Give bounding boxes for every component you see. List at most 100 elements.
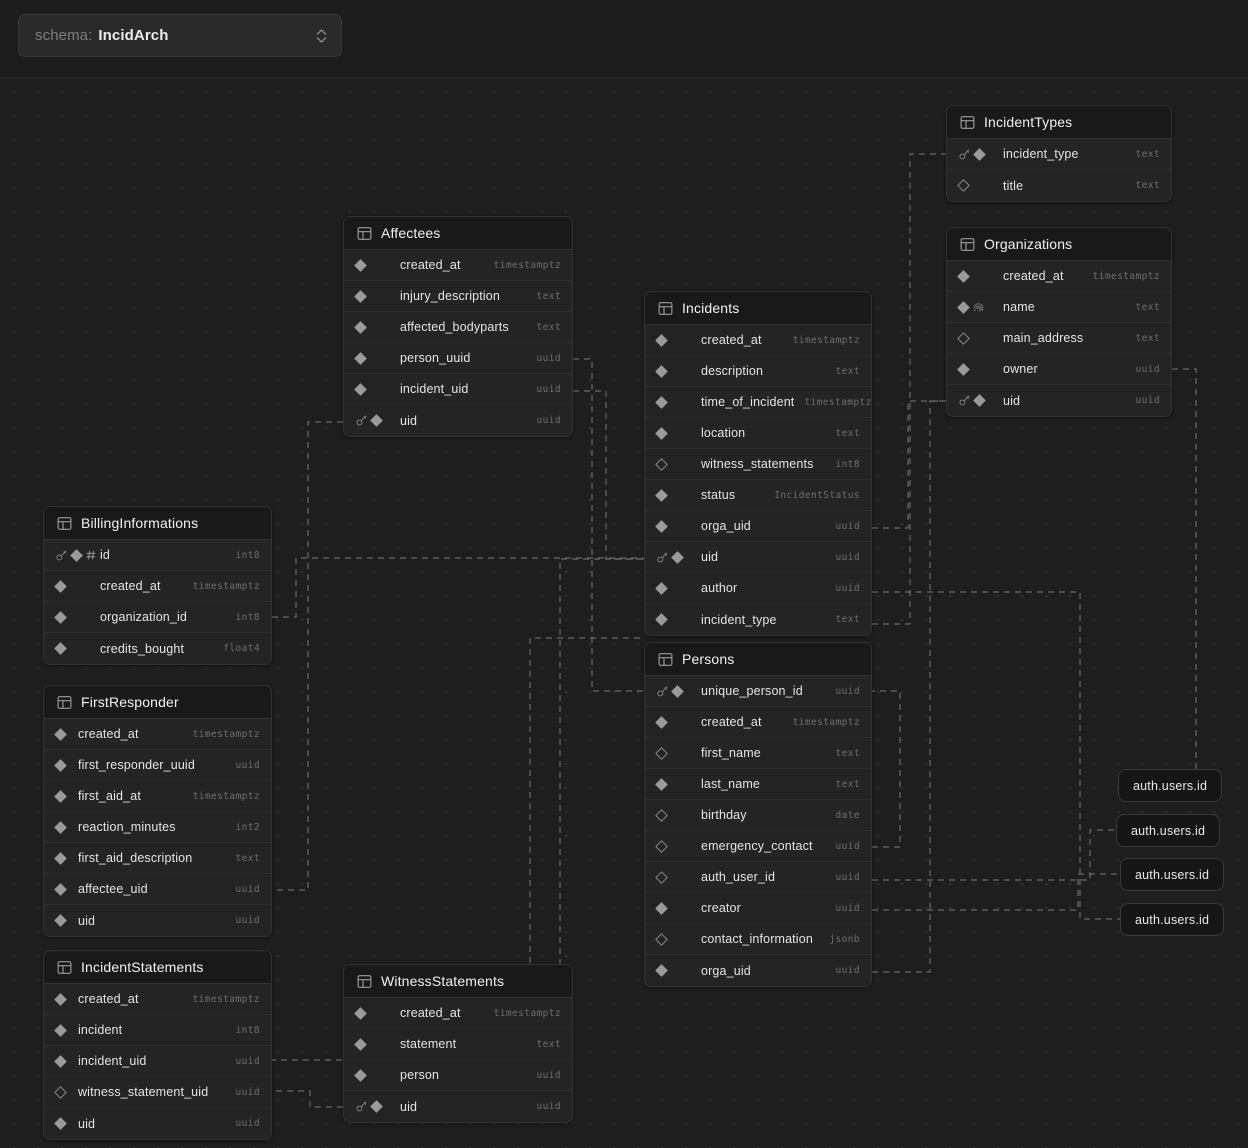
table-column-row[interactable]: contact_information jsonb	[645, 924, 871, 955]
table-node-header[interactable]: FirstResponder	[44, 686, 271, 719]
table-node[interactable]: Persons unique_person_id uuid created_at tim…	[644, 642, 872, 987]
table-node[interactable]: FirstResponder created_at timestamptz first…	[43, 685, 272, 937]
table-column-row[interactable]: witness_statements int8	[645, 449, 871, 480]
table-column-row[interactable]: created_at timestamptz	[44, 719, 271, 750]
table-node[interactable]: BillingInformations id int8 created_at times…	[43, 506, 272, 665]
column-name: uid	[400, 413, 418, 428]
external-ref-node[interactable]: auth.users.id	[1120, 858, 1225, 891]
column-name: incident	[78, 1023, 123, 1037]
table-column-row[interactable]: author uuid	[645, 573, 871, 604]
table-node[interactable]: Incidents created_at timestamptz descriptio…	[644, 291, 872, 636]
table-column-row[interactable]: affected_bodyparts text	[344, 312, 572, 343]
table-column-row[interactable]: first_name text	[645, 738, 871, 769]
table-node-header[interactable]: IncidentTypes	[947, 106, 1171, 139]
schema-selector-label: schema:	[35, 27, 93, 44]
table-column-row[interactable]: first_responder_uuid uuid	[44, 750, 271, 781]
external-ref-node[interactable]: auth.users.id	[1118, 769, 1223, 802]
table-column-row[interactable]: person uuid	[344, 1060, 572, 1091]
table-node-header[interactable]: Incidents	[645, 292, 871, 325]
table-column-row[interactable]: orga_uid uuid	[645, 511, 871, 542]
column-type: timestamptz	[493, 259, 561, 271]
table-column-row[interactable]: main_address text	[947, 323, 1171, 354]
table-column-row[interactable]: birthday date	[645, 800, 871, 831]
table-column-row[interactable]: owner uuid	[947, 354, 1171, 385]
table-column-row[interactable]: incident int8	[44, 1015, 271, 1046]
table-column-row[interactable]: auth_user_id uuid	[645, 862, 871, 893]
table-column-row[interactable]: witness_statement_uid uuid	[44, 1077, 271, 1108]
table-column-row[interactable]: incident_uid uuid	[344, 374, 572, 405]
column-icons	[54, 1085, 78, 1099]
table-column-row[interactable]: reaction_minutes int2	[44, 812, 271, 843]
table-column-row[interactable]: orga_uid uuid	[645, 955, 871, 986]
table-node-header[interactable]: BillingInformations	[44, 507, 271, 540]
table-column-row[interactable]: first_aid_at timestamptz	[44, 781, 271, 812]
table-column-row[interactable]: time_of_incident timestamptz	[645, 387, 871, 418]
table-column-row[interactable]: credits_bought float4	[44, 633, 271, 664]
external-ref-node[interactable]: auth.users.id	[1116, 814, 1221, 847]
column-name: first_responder_uuid	[78, 758, 195, 772]
column-icons	[655, 364, 701, 378]
column-icons	[354, 258, 400, 272]
table-column-row[interactable]: uid uuid	[44, 905, 271, 936]
table-column-row[interactable]: title text	[947, 170, 1171, 201]
column-name: owner	[1003, 362, 1038, 376]
table-column-row[interactable]: unique_person_id uuid	[645, 676, 871, 707]
filled-diamond-icon	[655, 964, 668, 977]
column-name: unique_person_id	[701, 684, 803, 698]
column-name: description	[701, 364, 764, 378]
column-type: text	[835, 614, 860, 625]
diagram-canvas[interactable]: IncidentTypes incident_type text title text O…	[0, 78, 1248, 1148]
table-column-row[interactable]: created_at timestamptz	[44, 984, 271, 1015]
table-column-row[interactable]: created_at timestamptz	[344, 250, 572, 281]
table-column-row[interactable]: created_at timestamptz	[344, 998, 572, 1029]
table-column-row[interactable]: uid uuid	[344, 405, 572, 436]
column-name: first_aid_description	[78, 851, 193, 865]
table-node[interactable]: Organizations created_at timestamptz name te…	[946, 227, 1172, 417]
schema-selector[interactable]: schema: IncidArch	[18, 14, 342, 57]
filled-diamond-icon	[957, 300, 970, 314]
column-icons	[354, 289, 400, 303]
key-icon	[356, 1101, 367, 1112]
table-column-row[interactable]: created_at timestamptz	[947, 261, 1171, 292]
table-column-row[interactable]: first_aid_description text	[44, 843, 271, 874]
table-column-row[interactable]: id int8	[44, 540, 271, 571]
column-name: title	[1003, 178, 1024, 193]
column-name: main_address	[1003, 331, 1084, 345]
table-column-row[interactable]: affectee_uid uuid	[44, 874, 271, 905]
table-column-row[interactable]: creator uuid	[645, 893, 871, 924]
table-column-row[interactable]: created_at timestamptz	[645, 325, 871, 356]
table-icon	[357, 974, 372, 988]
hollow-diamond-icon	[957, 331, 970, 345]
table-column-row[interactable]: incident_type text	[645, 604, 871, 635]
table-column-row[interactable]: injury_description text	[344, 281, 572, 312]
table-column-row[interactable]: uid uuid	[44, 1108, 271, 1139]
table-column-row[interactable]: uid uuid	[947, 385, 1171, 416]
table-column-row[interactable]: uid uuid	[645, 542, 871, 573]
table-column-row[interactable]: location text	[645, 418, 871, 449]
table-node[interactable]: IncidentTypes incident_type text title text	[946, 105, 1172, 202]
table-column-row[interactable]: description text	[645, 356, 871, 387]
table-column-row[interactable]: status IncidentStatus	[645, 480, 871, 511]
table-node[interactable]: Affectees created_at timestamptz injury_des…	[343, 216, 573, 437]
table-column-row[interactable]: last_name text	[645, 769, 871, 800]
table-node-header[interactable]: WitnessStatements	[344, 965, 572, 998]
table-node-header[interactable]: IncidentStatements	[44, 951, 271, 984]
table-node[interactable]: WitnessStatements created_at timestamptz st…	[343, 964, 573, 1123]
table-node-header[interactable]: Organizations	[947, 228, 1171, 261]
table-node-header[interactable]: Affectees	[344, 217, 572, 250]
column-type: uuid	[835, 871, 860, 883]
table-column-row[interactable]: incident_uid uuid	[44, 1046, 271, 1077]
table-column-row[interactable]: name text	[947, 292, 1171, 323]
column-type: text	[536, 321, 561, 333]
table-node[interactable]: IncidentStatements created_at timestamptz i…	[43, 950, 272, 1140]
table-column-row[interactable]: created_at timestamptz	[645, 707, 871, 738]
table-column-row[interactable]: uid uuid	[344, 1091, 572, 1122]
table-column-row[interactable]: organization_id int8	[44, 602, 271, 633]
table-node-header[interactable]: Persons	[645, 643, 871, 676]
table-column-row[interactable]: emergency_contact uuid	[645, 831, 871, 862]
external-ref-node[interactable]: auth.users.id	[1120, 903, 1225, 936]
table-column-row[interactable]: created_at timestamptz	[44, 571, 271, 602]
table-column-row[interactable]: incident_type text	[947, 139, 1171, 170]
table-column-row[interactable]: statement text	[344, 1029, 572, 1060]
table-column-row[interactable]: person_uuid uuid	[344, 343, 572, 374]
